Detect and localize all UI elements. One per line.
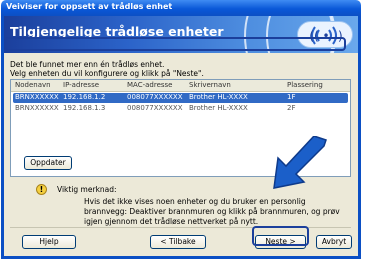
- intro-text: Det ble funnet mer enn én trådløs enhet.…: [10, 60, 204, 78]
- column-header-location[interactable]: Plassering: [287, 81, 323, 89]
- exclamation-icon: !: [36, 184, 47, 195]
- cancel-button-label: Avbryt: [321, 237, 347, 246]
- cell-location: 1F: [287, 93, 296, 101]
- column-header-node[interactable]: Nodenavn: [15, 81, 51, 89]
- device-row[interactable]: BRNXXXXXX 192.168.1.3 008077XXXXXX Broth…: [13, 104, 348, 114]
- help-button-label: Hjelp: [39, 237, 59, 246]
- cell-node: BRNXXXXXX: [15, 93, 59, 101]
- cell-mac: 008077XXXXXX: [127, 104, 183, 112]
- refresh-button-label: Oppdater: [30, 158, 66, 167]
- back-button[interactable]: < Tilbake: [150, 235, 206, 249]
- column-header-mac[interactable]: MAC-adresse: [127, 81, 172, 89]
- cell-mac: 008077XXXXXX: [127, 93, 183, 101]
- intro-line-1: Det ble funnet mer enn én trådløs enhet.: [10, 60, 165, 69]
- cell-ip: 192.168.1.2: [63, 93, 106, 101]
- window-frame-bottom: [1, 256, 361, 259]
- device-row-selected[interactable]: BRNXXXXXX 192.168.1.2 008077XXXXXX Broth…: [13, 93, 348, 103]
- notice-title: Viktig merknad:: [57, 185, 117, 194]
- back-button-label: < Tilbake: [160, 237, 196, 246]
- selected-row-highlight: [4, 37, 346, 51]
- title-bar: Veiviser for oppsett av trådløs enhet: [1, 0, 361, 16]
- intro-line-2: Velg enheten du vil konfigurere og klikk…: [10, 69, 204, 78]
- cell-location: 2F: [287, 104, 296, 112]
- cell-node: BRNXXXXXX: [15, 104, 59, 112]
- device-list-header: Nodenavn IP-adresse MAC-adresse Skrivern…: [11, 80, 350, 92]
- cell-printer: Brother HL-XXXX: [189, 93, 248, 101]
- cancel-button[interactable]: Avbryt: [316, 235, 352, 249]
- notice-text: Hvis det ikke vises noen enheter og du b…: [84, 197, 340, 226]
- column-header-printer[interactable]: Skrivernavn: [189, 81, 231, 89]
- pointer-arrow-icon: [273, 136, 327, 189]
- window-frame-right: [358, 16, 361, 259]
- column-header-ip[interactable]: IP-adresse: [63, 81, 99, 89]
- help-button[interactable]: Hjelp: [22, 235, 76, 249]
- window-title: Veiviser for oppsett av trådløs enhet: [6, 2, 173, 11]
- refresh-button[interactable]: Oppdater: [24, 156, 72, 170]
- next-button-highlight: [252, 226, 309, 246]
- cell-ip: 192.168.1.3: [63, 104, 106, 112]
- cell-printer: Brother HL-XXXX: [189, 104, 248, 112]
- setup-wizard-window: Veiviser for oppsett av trådløs enhet Ti…: [0, 0, 376, 260]
